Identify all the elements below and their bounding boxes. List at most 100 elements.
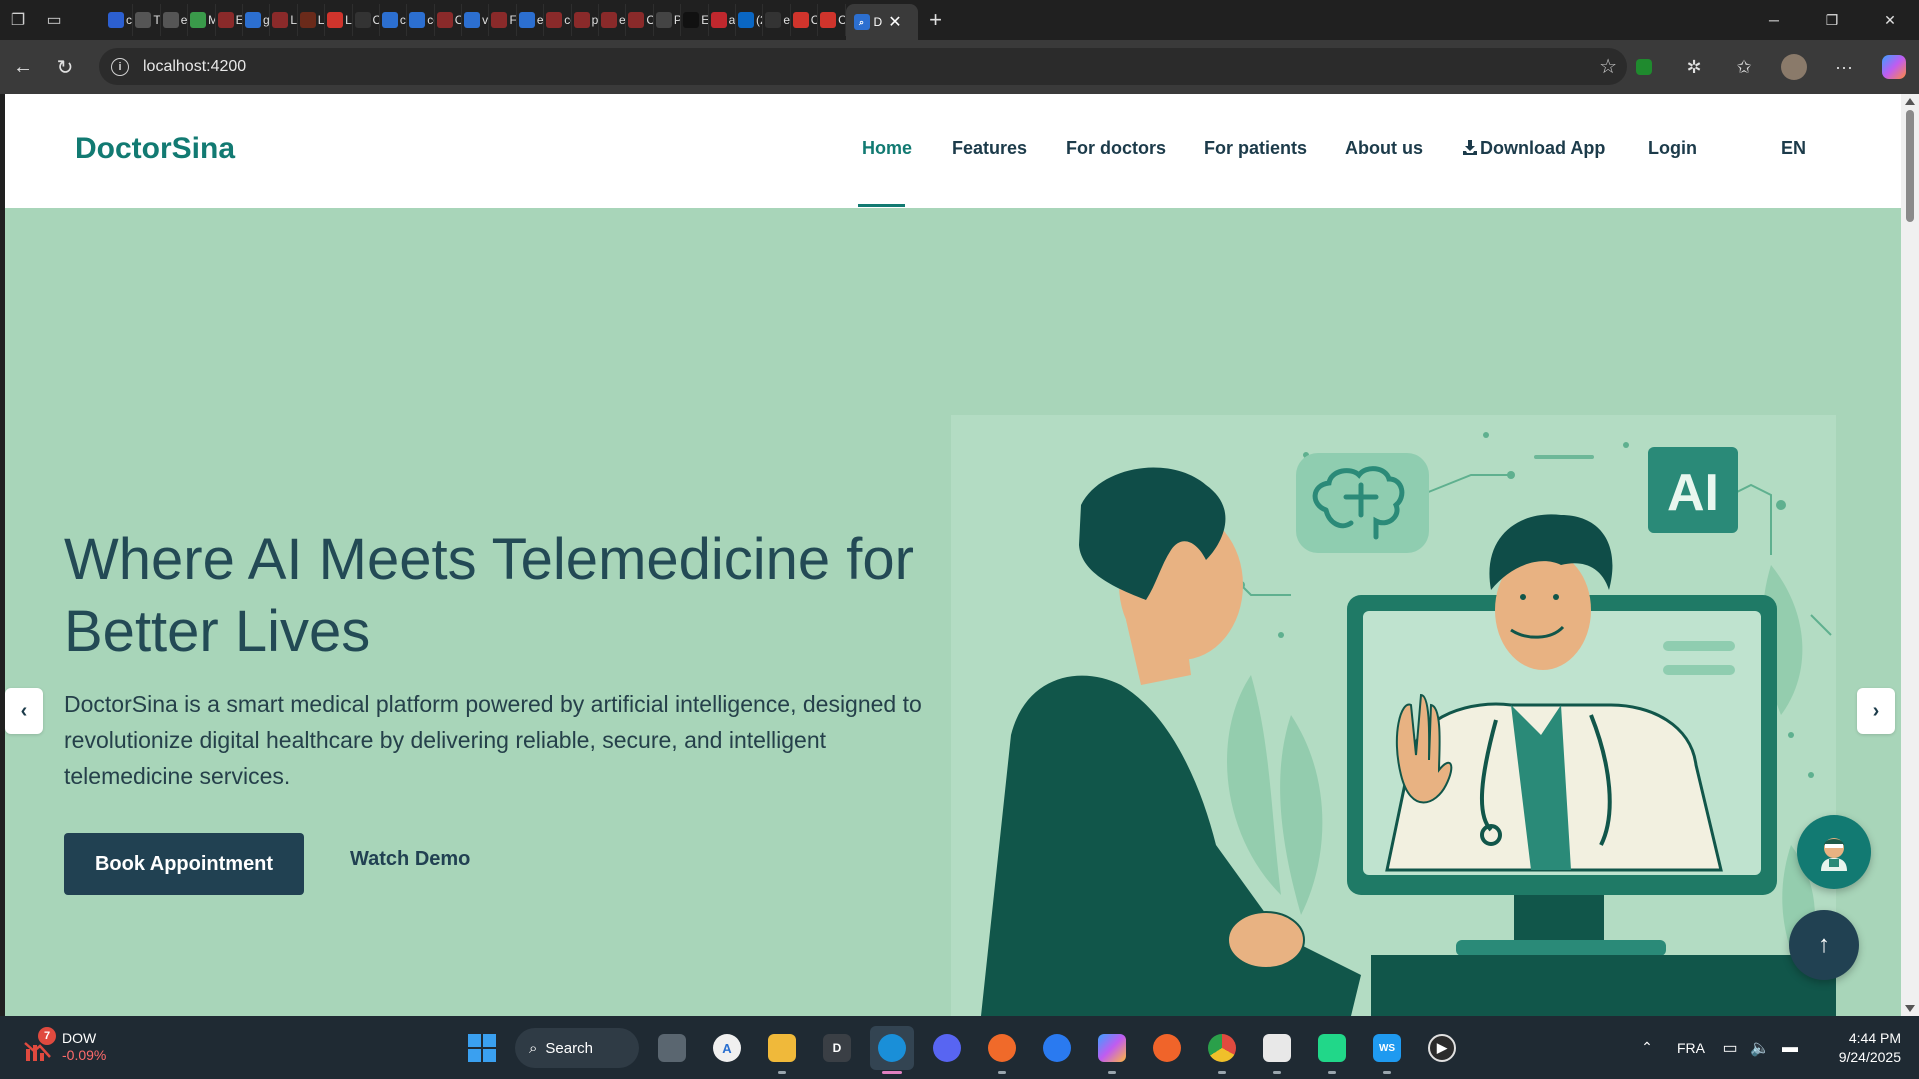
start-button[interactable]	[460, 1026, 504, 1070]
chatbot-button[interactable]	[1797, 815, 1871, 889]
favorite-star-icon[interactable]: ☆	[1599, 54, 1617, 79]
taskbar-search[interactable]: ⌕ Search	[515, 1028, 639, 1068]
tray-overflow-icon[interactable]: ⌃	[1627, 1039, 1667, 1056]
nav-features[interactable]: Features	[952, 138, 1027, 159]
clock[interactable]: 4:44 PM 9/24/2025	[1815, 1029, 1901, 1067]
copilot-icon[interactable]	[1869, 55, 1919, 79]
browser-tab[interactable]: Cl	[435, 4, 463, 36]
scroll-down-icon[interactable]	[1905, 1005, 1915, 1012]
book-appointment-button[interactable]: Book Appointment	[64, 833, 304, 895]
close-window-icon[interactable]: ✕	[1861, 0, 1919, 40]
nav-home[interactable]: Home	[862, 138, 912, 159]
profile-avatar-icon[interactable]	[1769, 54, 1819, 80]
restore-icon[interactable]: ❐	[1803, 0, 1861, 40]
browser-tab[interactable]: gr	[243, 4, 271, 36]
scroll-thumb[interactable]	[1906, 110, 1914, 222]
postman-app[interactable]	[1145, 1026, 1189, 1070]
browser-tab[interactable]: es	[763, 4, 791, 36]
refresh-icon[interactable]: ↻	[44, 46, 86, 88]
network-icon[interactable]: ▭	[1715, 1038, 1745, 1058]
media-player-app[interactable]: ▶	[1420, 1026, 1464, 1070]
browser-tab[interactable]: Ep	[216, 4, 243, 36]
app-d[interactable]: D	[815, 1026, 859, 1070]
tab-favicon-icon	[244, 12, 261, 28]
copilot-app[interactable]	[1090, 1026, 1134, 1074]
site-info-icon[interactable]: i	[111, 57, 129, 76]
browser-tab[interactable]: C(	[626, 4, 654, 36]
nav-for-patients[interactable]: For patients	[1204, 138, 1307, 159]
browser-tab[interactable]: cc	[407, 4, 435, 36]
browser-tab-title: vs	[482, 13, 489, 27]
browser-tab[interactable]: Ex	[681, 4, 709, 36]
active-tab[interactable]: ⌕ D ✕	[845, 4, 918, 40]
watch-demo-button[interactable]: Watch Demo	[350, 848, 470, 871]
nav-download-app[interactable]: Download App	[1462, 138, 1605, 159]
browser-tab[interactable]: el	[161, 4, 189, 36]
browser-tab[interactable]: Tl	[133, 4, 161, 36]
messenger-app[interactable]	[1035, 1026, 1079, 1070]
browser-tab[interactable]: cc	[380, 4, 408, 36]
firefox-app[interactable]	[980, 1026, 1024, 1074]
new-tab-button[interactable]: +	[918, 7, 954, 33]
address-bar[interactable]: i localhost:4200 ☆	[99, 48, 1627, 85]
browser-tab-title: gr	[262, 13, 270, 27]
input-language[interactable]: FRA	[1667, 1040, 1715, 1056]
url-text[interactable]: localhost:4200	[143, 58, 246, 76]
back-arrow-icon[interactable]: ←	[2, 46, 44, 88]
task-view-icon	[658, 1034, 686, 1062]
browser-tab[interactable]: C(	[818, 4, 846, 36]
app-store-app[interactable]: A	[705, 1026, 749, 1070]
browser-tab[interactable]: La	[325, 4, 353, 36]
nav-login[interactable]: Login	[1648, 138, 1697, 159]
language-switcher[interactable]: EN	[1781, 138, 1806, 159]
tab-favicon-icon	[655, 12, 672, 28]
pycharm-app[interactable]	[1310, 1026, 1354, 1074]
discord-app[interactable]	[925, 1026, 969, 1070]
browser-tab[interactable]: cc	[106, 4, 134, 36]
carousel-prev-button[interactable]: ‹	[5, 688, 43, 734]
browser-tab[interactable]: pi	[572, 4, 600, 36]
browser-tab[interactable]: ex	[517, 4, 545, 36]
stock-widget[interactable]: 7 DOW -0.09%	[22, 1026, 106, 1063]
close-tab-icon[interactable]: ✕	[888, 12, 901, 32]
browser-tab[interactable]: ar	[709, 4, 736, 36]
extensions-puzzle-icon[interactable]: ✲	[1669, 57, 1719, 78]
workspaces-icon[interactable]: ❐	[0, 0, 36, 40]
browser-tab[interactable]: Fi	[489, 4, 517, 36]
browser-tab[interactable]: M	[188, 4, 216, 36]
file-explorer-app[interactable]	[760, 1026, 804, 1074]
tab-favicon-icon	[546, 12, 563, 28]
volume-icon[interactable]: 🔈	[1745, 1038, 1775, 1058]
webstorm-icon: WS	[1373, 1034, 1401, 1062]
scroll-to-top-button[interactable]: ↑	[1789, 910, 1859, 980]
browser-tab[interactable]: vs	[462, 4, 490, 36]
webstorm-app[interactable]: WS	[1365, 1026, 1409, 1074]
snipping-app[interactable]	[1255, 1026, 1299, 1074]
browser-tab[interactable]: Cl	[353, 4, 380, 36]
browser-tab[interactable]: Le	[298, 4, 326, 36]
taskbar-search-label: Search	[545, 1039, 593, 1057]
scroll-up-icon[interactable]	[1905, 98, 1915, 105]
browser-tab[interactable]: (2	[736, 4, 764, 36]
browser-tab[interactable]: L3	[270, 4, 298, 36]
nav-about[interactable]: About us	[1345, 138, 1423, 159]
tab-favicon-icon	[217, 12, 234, 28]
task-view-app[interactable]	[650, 1026, 694, 1070]
browser-tab[interactable]: ex	[599, 4, 627, 36]
extension-green-icon[interactable]	[1619, 59, 1669, 75]
chrome-app[interactable]	[1200, 1026, 1244, 1074]
vertical-tabs-icon[interactable]: ▭	[36, 0, 72, 40]
hero-title: Where AI Meets Telemedicine for Better L…	[64, 527, 914, 664]
nav-for-doctors[interactable]: For doctors	[1066, 138, 1166, 159]
favorites-icon[interactable]: ✩	[1719, 57, 1769, 78]
edge-app[interactable]	[870, 1026, 914, 1074]
browser-tab[interactable]: Cl	[791, 4, 819, 36]
page-scrollbar[interactable]	[1901, 94, 1919, 1016]
carousel-next-button[interactable]: ›	[1857, 688, 1895, 734]
browser-tab[interactable]: cc	[544, 4, 572, 36]
minimize-icon[interactable]: ─	[1745, 0, 1803, 40]
more-options-icon[interactable]: ···	[1819, 57, 1869, 78]
browser-tab-title: La	[345, 13, 352, 27]
browser-tab[interactable]: Pi	[654, 4, 682, 36]
battery-icon[interactable]: ▬	[1775, 1039, 1805, 1057]
